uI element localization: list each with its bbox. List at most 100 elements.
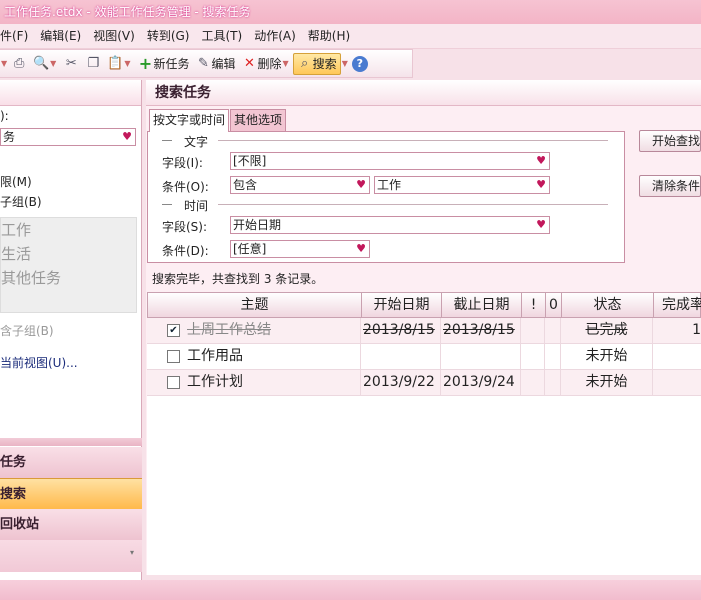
start-search-button[interactable]: 开始查找 [639,130,701,152]
list-item[interactable]: 其他任务 [1,266,136,290]
dropdown-arrow-icon[interactable]: ▼ [342,59,348,68]
menu-view[interactable]: 视图(V) [87,24,141,49]
section-text-label: 文字 [184,135,209,149]
column-header-attachment[interactable]: 0 [546,293,562,317]
scissors-icon: ✂ [65,55,77,71]
column-header-completion[interactable]: 完成率 [654,293,701,317]
time-field-label: 字段(S): [162,220,208,234]
menu-action[interactable]: 动作(A) [248,24,302,49]
row-checkbox[interactable]: ✔ [167,324,180,337]
table-row[interactable]: 工作用品 未开始 [147,344,701,370]
page-title: 搜索任务 [146,80,701,106]
column-header-due-date[interactable]: 截止日期 [442,293,522,317]
dropdown-heart-icon: ♥ [536,154,546,167]
row-completion: 1 [692,322,701,338]
nav-search[interactable]: 搜索 [0,478,142,509]
group-list[interactable]: 工作 生活 其他任务 [0,217,137,313]
row-subject: 上周工作总结 [187,318,361,343]
field-label: 字段(I): [162,156,203,170]
printer-icon: ⎙ [13,55,25,71]
delete-x-icon: ✕ [244,55,255,71]
pane-splitter[interactable] [0,438,142,446]
section-divider [218,140,608,141]
column-header-status[interactable]: 状态 [562,293,654,317]
help-icon: ? [351,55,368,72]
paste-icon: 📋 [107,55,124,71]
dropdown-heart-icon: ♥ [356,178,366,191]
table-row[interactable]: 工作计划 2013/9/22 2013/9/24 未开始 [147,370,701,396]
tab-other-options[interactable]: 其他选项 [230,109,287,131]
option-unlimited[interactable]: 限(M) [0,173,32,190]
filter-select[interactable]: 务 ♥ [0,128,136,146]
row-status: 已完成 [561,318,653,343]
search-status: 搜索完毕，共查找到 3 条记录。 [152,272,324,286]
section-divider [218,204,608,205]
option-subgroup[interactable]: 子组(B) [0,193,42,210]
menu-go[interactable]: 转到(G) [141,24,196,49]
condition-text-input[interactable]: 工作 ♥ [374,176,550,194]
search-form: 文字 字段(I): [不限] ♥ 条件(O): 包含 ♥ 工作 ♥ 时间 字段(… [147,131,625,263]
magnifier-icon: ⌕ [301,55,309,71]
time-condition-label: 条件(D): [162,244,209,258]
time-field-select[interactable]: 开始日期 ♥ [230,216,550,234]
preview-icon: 🔍 [33,55,50,71]
menu-tools[interactable]: 工具(T) [195,24,248,49]
row-due-date: 2013/9/24 [441,370,521,395]
tab-text-time[interactable]: 按文字或时间 [149,109,230,132]
row-attachment [545,370,561,395]
edit-button[interactable]: ✎ 编辑 [192,53,238,75]
column-header-start-date[interactable]: 开始日期 [362,293,442,317]
row-checkbox[interactable] [167,376,180,389]
clear-conditions-button[interactable]: 清除条件 [639,175,701,197]
row-status: 未开始 [561,370,653,395]
column-header-subject[interactable]: 主题 [148,293,362,317]
menu-bar: 件(F) 编辑(E) 视图(V) 转到(G) 工具(T) 动作(A) 帮助(H) [0,24,701,49]
nav-config-bar[interactable]: ▾ [0,540,142,572]
delete-button[interactable]: ✕ 删除 ▼ [239,53,293,75]
dropdown-arrow-icon[interactable]: ▼ [1,59,7,68]
condition-select[interactable]: 包含 ♥ [230,176,370,194]
new-task-button[interactable]: + 新任务 [134,53,192,75]
current-view-link[interactable]: 当前视图(U)... [0,354,78,371]
table-row[interactable]: ✔ 上周工作总结 2013/8/15 2013/8/15 已完成 1 [147,318,701,344]
dropdown-heart-icon: ♥ [536,218,546,231]
menu-file[interactable]: 件(F) [0,24,34,49]
help-button[interactable]: ? [349,53,371,75]
row-start-date: 2013/9/22 [361,370,441,395]
window-title: 工作任务.etdx - 效能工作任务管理 - 搜索任务 [0,0,701,24]
toolbar-empty-area [413,49,701,78]
grid-header: 主题 开始日期 截止日期 ! 0 状态 完成率 [147,292,701,318]
row-priority [521,370,545,395]
menu-edit[interactable]: 编辑(E) [34,24,87,49]
main-pane: 搜索任务 按文字或时间 其他选项 文字 字段(I): [不限] ♥ 条件(O):… [146,80,701,575]
row-checkbox[interactable] [167,350,180,363]
list-item[interactable]: 生活 [1,242,136,266]
row-priority [521,318,545,343]
search-button[interactable]: ⌕ 搜索 [292,52,341,75]
dropdown-heart-icon: ♥ [122,130,132,143]
include-subgroup-option[interactable]: 含子组(B) [0,322,54,339]
preview-button[interactable]: 🔍 ▼ [30,53,60,75]
menu-help[interactable]: 帮助(H) [302,24,356,49]
row-subject: 工作用品 [187,344,361,369]
print-button[interactable]: ⎙ [8,53,30,75]
row-start-date: 2013/8/15 [361,318,441,343]
plus-icon: + [138,53,153,73]
dropdown-heart-icon: ♥ [356,242,366,255]
row-subject: 工作计划 [187,370,361,395]
list-item[interactable]: 工作 [1,218,136,242]
cut-button[interactable]: ✂ [60,53,82,75]
nav-recycle-bin[interactable]: 回收站 [0,509,142,540]
column-header-priority[interactable]: ! [522,293,546,317]
paste-button[interactable]: 📋 ▼ [104,53,134,75]
copy-button[interactable]: ❐ [82,53,104,75]
field-select[interactable]: [不限] ♥ [230,152,550,170]
row-attachment [545,318,561,343]
time-condition-select[interactable]: [任意] ♥ [230,240,370,258]
chevron-down-icon[interactable]: ▾ [130,548,134,557]
row-due-date: 2013/8/15 [441,318,521,343]
dropdown-arrow-icon: ▼ [282,59,289,68]
nav-tasks[interactable]: 任务 [0,447,142,478]
filter-label: ): [0,109,9,123]
status-bar [0,580,701,600]
